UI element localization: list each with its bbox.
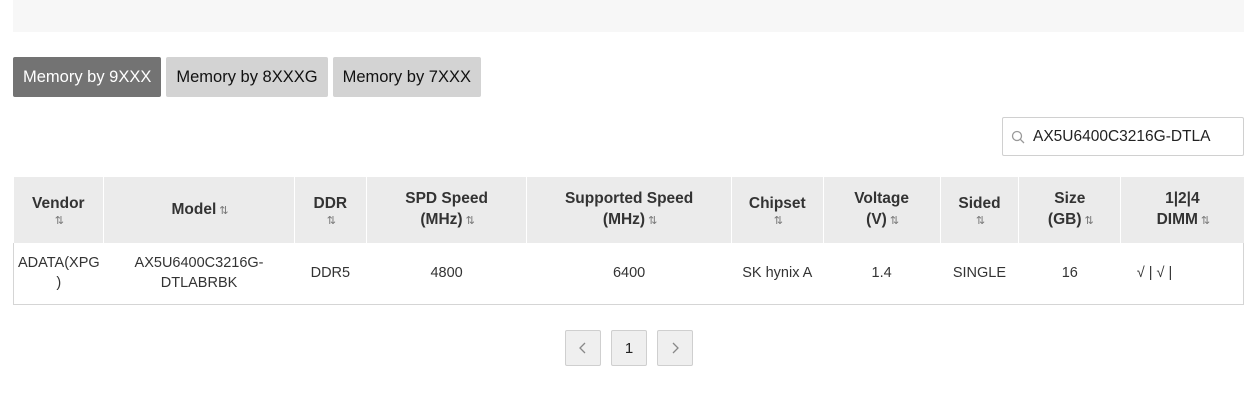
sort-icon: ⇅ — [54, 214, 64, 227]
memory-tabs: Memory by 9XXX Memory by 8XXXG Memory by… — [13, 57, 481, 97]
pagination: 1 — [565, 330, 693, 366]
sort-icon: ⇅ — [889, 215, 899, 227]
col-size[interactable]: Size (GB) ⇅ — [1018, 177, 1122, 243]
sort-icon: ⇅ — [219, 204, 228, 217]
cell-model: AX5U6400C3216G- DTLABRBK — [103, 243, 295, 305]
table-header-row: Vendor ⇅ Model ⇅ DDR ⇅ SPD Speed (MHz) ⇅ Supp… — [13, 177, 1244, 243]
col-chipset[interactable]: Chipset ⇅ — [731, 177, 824, 243]
cell-supported-speed: 6400 — [526, 243, 732, 305]
col-voltage[interactable]: Voltage (V) ⇅ — [823, 177, 941, 243]
memory-table: Vendor ⇅ Model ⇅ DDR ⇅ SPD Speed (MHz) ⇅ Supp… — [12, 177, 1244, 305]
sort-icon: ⇅ — [326, 214, 336, 227]
cell-dimm: √ | √ | — [1120, 243, 1244, 305]
tab-memory-9xxx[interactable]: Memory by 9XXX — [13, 57, 162, 97]
cell-chipset: SK hynix A — [731, 243, 824, 305]
col-sided[interactable]: Sided ⇅ — [940, 177, 1020, 243]
cell-sided: SINGLE — [940, 243, 1019, 305]
chevron-right-icon — [672, 342, 679, 354]
tab-memory-8xxxg[interactable]: Memory by 8XXXG — [166, 57, 328, 97]
search-box[interactable] — [1002, 117, 1244, 156]
search-icon — [1003, 118, 1033, 155]
cell-vendor: ADATA(XPG) — [12, 243, 104, 305]
sort-icon: ⇅ — [465, 215, 475, 227]
top-banner — [13, 0, 1244, 32]
sort-icon: ⇅ — [648, 215, 657, 227]
sort-icon: ⇅ — [975, 214, 985, 227]
cell-ddr: DDR5 — [294, 243, 367, 305]
col-model[interactable]: Model ⇅ — [103, 177, 295, 243]
tab-memory-7xxx[interactable]: Memory by 7XXX — [332, 57, 481, 97]
sort-icon: ⇅ — [773, 214, 783, 227]
next-page-button[interactable] — [657, 330, 693, 366]
col-supported-speed[interactable]: Supported Speed (MHz) ⇅ — [526, 177, 732, 243]
chevron-left-icon — [579, 342, 586, 354]
search-input[interactable] — [1033, 127, 1223, 146]
col-vendor[interactable]: Vendor ⇅ — [13, 177, 105, 243]
cell-size: 16 — [1018, 243, 1121, 305]
cell-voltage: 1.4 — [823, 243, 940, 305]
sort-icon: ⇅ — [1084, 215, 1093, 227]
col-ddr[interactable]: DDR ⇅ — [294, 177, 367, 243]
col-spd-speed[interactable]: SPD Speed (MHz) ⇅ — [366, 177, 528, 243]
prev-page-button[interactable] — [565, 330, 601, 366]
table-row: ADATA(XPG) AX5U6400C3216G- DTLABRBK DDR5 … — [12, 243, 1244, 305]
cell-spd-speed: 4800 — [366, 243, 527, 305]
page-number-button[interactable]: 1 — [611, 330, 647, 366]
sort-icon: ⇅ — [1200, 215, 1210, 227]
col-dimm[interactable]: 1|2|4 DIMM ⇅ — [1120, 177, 1244, 243]
